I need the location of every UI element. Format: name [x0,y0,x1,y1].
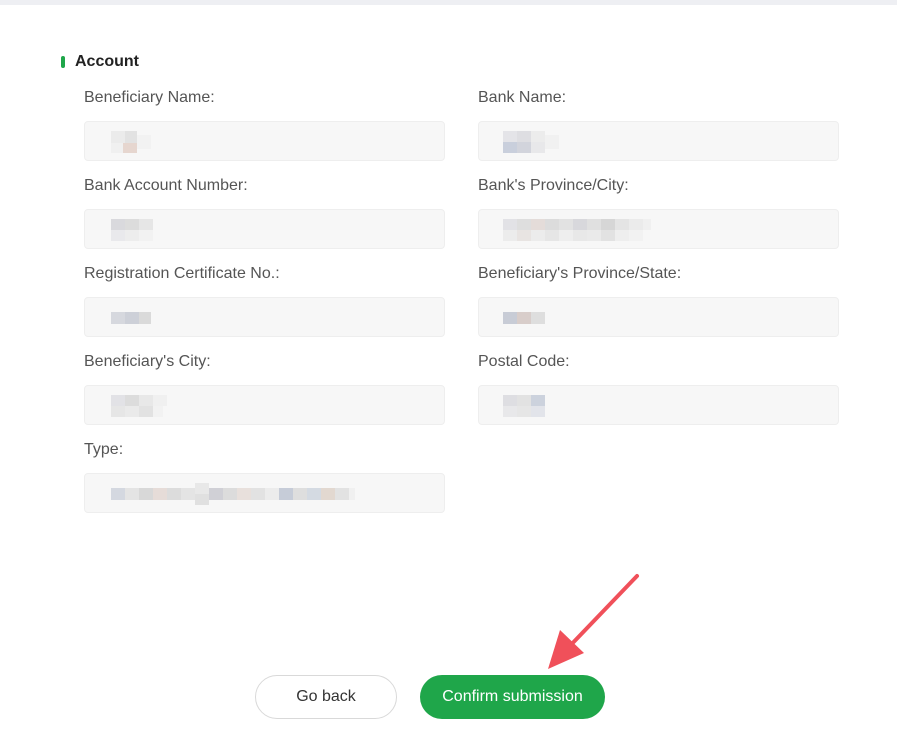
confirm-submission-label: Confirm submission [442,688,583,705]
field-label: Bank Account Number: [84,177,248,194]
field-label: Beneficiary's City: [84,353,211,370]
field-beneficiary-name: Beneficiary Name: [84,88,445,161]
section-header: Account [61,53,139,71]
field-type: Type: [84,440,445,513]
registration-certificate-no-value [84,297,445,337]
field-postal-code: Postal Code: [478,352,839,425]
field-beneficiary-province-state: Beneficiary's Province/State: [478,264,839,337]
beneficiary-name-value [84,121,445,161]
field-label: Beneficiary Name: [84,89,215,106]
field-registration-certificate-no: Registration Certificate No.: [84,264,445,337]
field-label: Beneficiary's Province/State: [478,265,682,282]
field-bank-province-city: Bank's Province/City: [478,176,839,249]
section-accent-bar [61,56,65,68]
bank-province-city-value [478,209,839,249]
bank-name-value [478,121,839,161]
postal-code-value [478,385,839,425]
bank-account-number-value [84,209,445,249]
field-label: Postal Code: [478,353,570,370]
field-label: Bank's Province/City: [478,177,629,194]
field-label: Type: [84,441,124,458]
section-title: Account [75,53,139,70]
field-bank-name: Bank Name: [478,88,839,161]
beneficiary-city-value [84,385,445,425]
type-value [84,473,445,513]
beneficiary-province-state-value [478,297,839,337]
top-divider [0,0,897,5]
confirm-submission-button[interactable]: Confirm submission [420,675,605,719]
go-back-label: Go back [296,688,356,705]
field-beneficiary-city: Beneficiary's City: [84,352,445,425]
field-bank-account-number: Bank Account Number: [84,176,445,249]
annotation-arrow-icon [548,574,639,669]
field-label: Registration Certificate No.: [84,265,280,282]
go-back-button[interactable]: Go back [255,675,397,719]
field-label: Bank Name: [478,89,567,106]
